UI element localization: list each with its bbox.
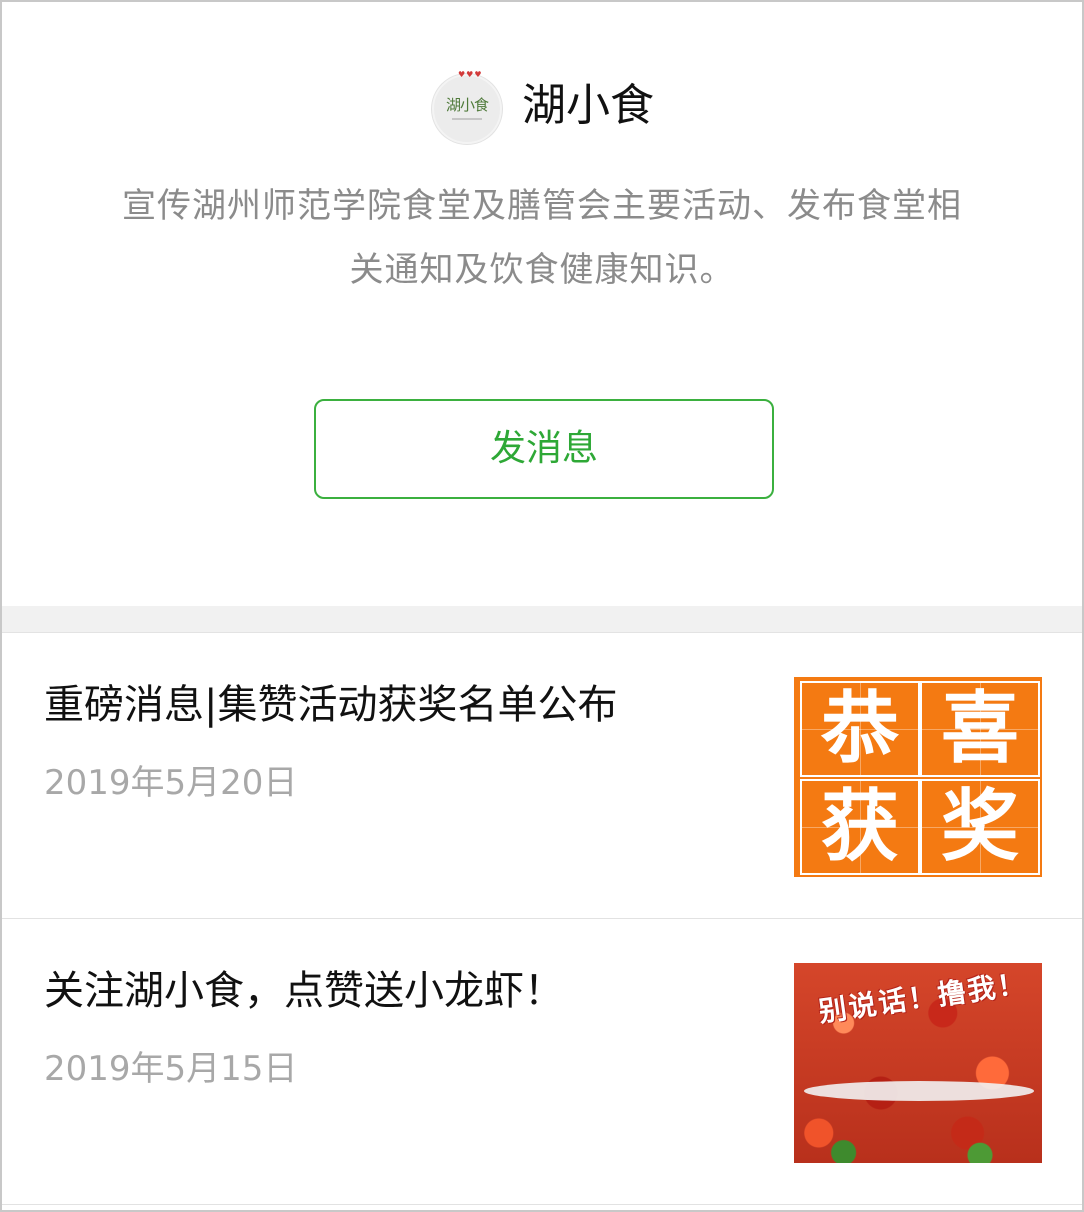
article-date: 2019年5月20日 [44,763,298,803]
send-message-button[interactable]: 发消息 [314,399,774,499]
hearts-icon: ♥♥♥ [458,70,483,79]
article-thumbnail[interactable]: 恭 喜 获 奖 [794,677,1042,877]
account-name: 湖小食 [522,80,654,131]
article-date: 2019年5月15日 [44,1049,298,1089]
screen: ♥♥♥ 湖小食 湖小食 宣传湖州师范学院食堂及膳管会主要活动、发布食堂相 关通知… [0,0,1084,1212]
thumb-char-cell: 奖 [920,779,1040,875]
description-line: 关通知及饮食健康知识。 [349,250,735,290]
description-line: 宣传湖州师范学院食堂及膳管会主要活动、发布食堂相 [122,186,962,226]
article-thumbnail[interactable]: 别说话！撸我！ [794,963,1042,1163]
thumb-char-cell: 喜 [920,681,1040,777]
article-item[interactable]: 重磅消息|集赞活动获奖名单公布 2019年5月20日 恭 喜 获 奖 [2,633,1082,919]
greens-shape [794,1137,1042,1163]
section-divider [2,606,1082,633]
thumb-char-cell: 获 [800,779,920,875]
article-title[interactable]: 重磅消息|集赞活动获奖名单公布 [44,677,764,733]
article-title[interactable]: 关注湖小食，点赞送小龙虾！ [44,963,764,1019]
article-item[interactable]: 关注湖小食，点赞送小龙虾！ 2019年5月15日 别说话！撸我！ [2,919,1082,1205]
account-profile: ♥♥♥ 湖小食 湖小食 宣传湖州师范学院食堂及膳管会主要活动、发布食堂相 关通知… [2,2,1082,606]
thumb-char-cell: 恭 [800,681,920,777]
avatar-logo-text: 湖小食 [445,96,489,114]
account-description: 宣传湖州师范学院食堂及膳管会主要活动、发布食堂相 关通知及饮食健康知识。 [42,174,1042,302]
account-header: ♥♥♥ 湖小食 湖小食 [2,66,1082,146]
avatar-underline [452,118,482,120]
list-divider [2,1204,1082,1205]
avatar[interactable]: ♥♥♥ 湖小食 [432,70,502,144]
plate-shape [804,1081,1034,1101]
